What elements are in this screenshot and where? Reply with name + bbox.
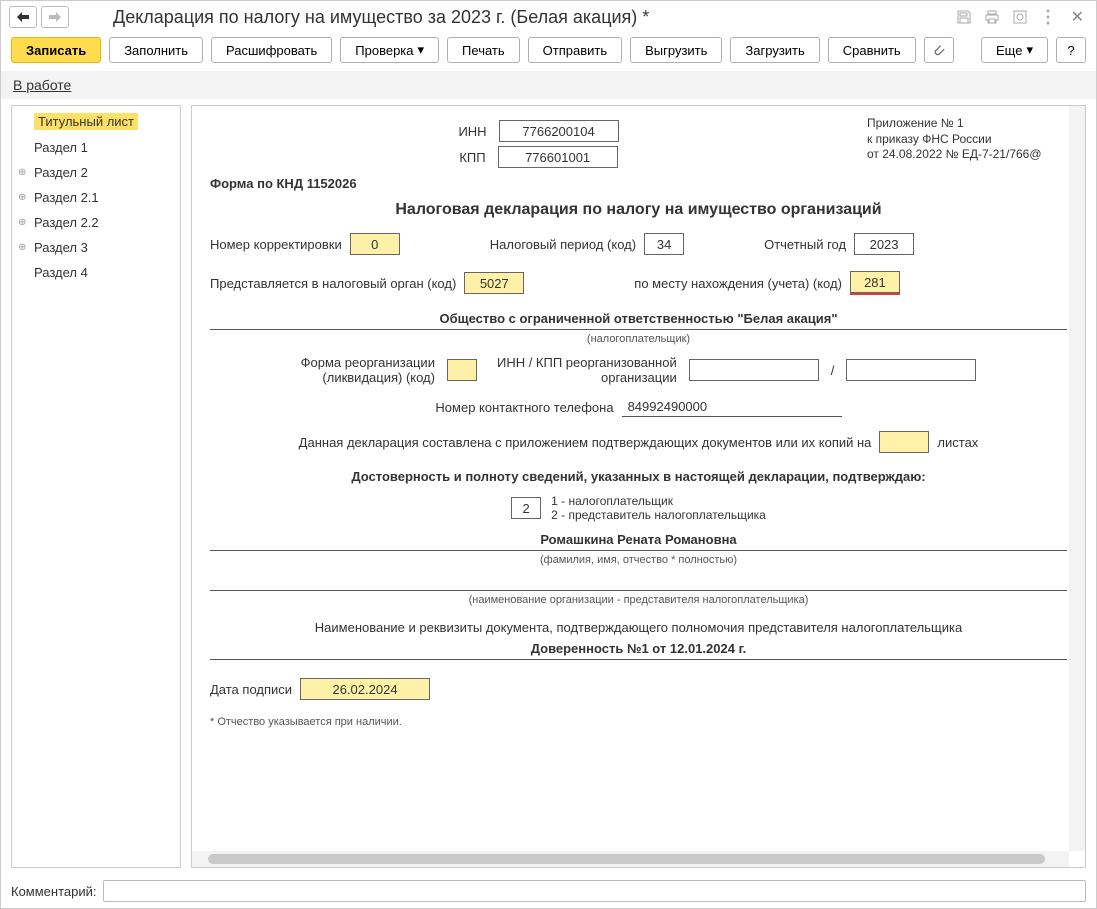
org-sub: (налогоплательщик) [210, 333, 1067, 345]
signer-code-field[interactable]: 2 [511, 497, 541, 519]
more-label: Еще [996, 43, 1022, 58]
paperclip-icon [932, 43, 946, 57]
slash: / [831, 363, 835, 378]
year-label: Отчетный год [764, 237, 846, 252]
appendix-note: Приложение № 1 к приказу ФНС России от 2… [867, 116, 1067, 172]
tree-item-title-page[interactable]: Титульный лист [12, 108, 180, 135]
tree-item-label: Раздел 3 [34, 240, 88, 255]
tree-item-label: Титульный лист [34, 113, 138, 130]
print-icon[interactable] [983, 8, 1001, 26]
arrow-left-icon [17, 12, 29, 22]
sign-date-field[interactable]: 26.02.2024 [300, 678, 430, 700]
year-field[interactable]: 2023 [854, 233, 914, 255]
tree-item-label: Раздел 4 [34, 265, 88, 280]
sign-date-label: Дата подписи [210, 682, 292, 697]
check-button[interactable]: Проверка ▾ [340, 37, 439, 63]
period-label: Налоговый период (код) [490, 237, 636, 252]
download-button[interactable]: Загрузить [730, 37, 819, 63]
correction-label: Номер корректировки [210, 237, 342, 252]
tree-item-label: Раздел 2.2 [34, 215, 99, 230]
chevron-down-icon: ▾ [418, 42, 425, 58]
reorg-kpp-field[interactable] [846, 359, 976, 381]
tree-item-section-2-1[interactable]: Раздел 2.1 [12, 185, 180, 210]
compare-button[interactable]: Сравнить [828, 37, 916, 63]
authority-field[interactable]: 5027 [464, 272, 524, 294]
correction-field[interactable]: 0 [350, 233, 400, 255]
place-field[interactable]: 281 [850, 271, 900, 293]
tree-item-section-1[interactable]: Раздел 1 [12, 135, 180, 160]
kpp-label: КПП [459, 150, 485, 165]
kebab-menu-icon[interactable] [1039, 8, 1057, 26]
comment-input[interactable] [103, 880, 1087, 902]
print-button[interactable]: Печать [447, 37, 520, 63]
more-button[interactable]: Еще ▾ [981, 37, 1048, 63]
arrow-right-icon [49, 12, 61, 22]
reorg-label-2: (ликвидация) (код) [301, 370, 435, 385]
reorg-code-field[interactable] [447, 359, 477, 381]
reorg-label-1: Форма реорганизации [301, 355, 435, 370]
signer-opt-1: 1 - налогоплательщик [551, 494, 766, 508]
reorg-inn-label-2: организации [497, 370, 677, 385]
help-button[interactable]: ? [1056, 37, 1086, 63]
nav-back-button[interactable] [9, 6, 37, 28]
reorg-inn-label-1: ИНН / КПП реорганизованной [497, 355, 677, 370]
upload-button[interactable]: Выгрузить [630, 37, 722, 63]
form-code: Форма по КНД 1152026 [210, 176, 1067, 191]
inn-label: ИНН [458, 124, 486, 139]
vertical-scrollbar[interactable] [1069, 106, 1085, 851]
place-label: по месту нахождения (учета) (код) [634, 276, 842, 291]
close-button[interactable]: ✕ [1067, 7, 1088, 27]
nav-forward-button[interactable] [41, 6, 69, 28]
confirm-heading: Достоверность и полноту сведений, указан… [210, 469, 1067, 484]
tree-item-section-3[interactable]: Раздел 3 [12, 235, 180, 260]
tree-item-label: Раздел 2 [34, 165, 88, 180]
form-area: ИНН 7766200104 КПП 776601001 Приложение … [191, 105, 1086, 868]
horizontal-scrollbar[interactable] [192, 851, 1069, 867]
preview-icon[interactable] [1011, 8, 1029, 26]
sections-tree: Титульный лист Раздел 1 Раздел 2 Раздел … [11, 105, 181, 868]
fill-button[interactable]: Заполнить [109, 37, 203, 63]
fio-sub: (фамилия, имя, отчество * полностью) [210, 554, 1067, 566]
phone-label: Номер контактного телефона [435, 400, 613, 415]
chevron-down-icon: ▾ [1026, 42, 1033, 58]
comment-label: Комментарий: [11, 884, 97, 899]
page-title: Декларация по налогу на имущество за 202… [113, 7, 951, 28]
period-field[interactable]: 34 [644, 233, 684, 255]
signer-opt-2: 2 - представитель налогоплательщика [551, 508, 766, 522]
tree-item-section-4[interactable]: Раздел 4 [12, 260, 180, 285]
send-button[interactable]: Отправить [528, 37, 622, 63]
authority-label: Представляется в налоговый орган (код) [210, 276, 456, 291]
form-heading: Налоговая декларация по налогу на имущес… [210, 201, 1067, 219]
save-icon[interactable] [955, 8, 973, 26]
org-name: Общество с ограниченной ответственностью… [210, 311, 1067, 326]
write-button[interactable]: Записать [11, 37, 101, 63]
rep-doc-heading: Наименование и реквизиты документа, подт… [210, 620, 1067, 635]
attach-label-1: Данная декларация составлена с приложени… [299, 435, 872, 450]
reorg-inn-field[interactable] [689, 359, 819, 381]
decode-button[interactable]: Расшифровать [211, 37, 332, 63]
horizontal-scrollbar-thumb[interactable] [208, 854, 1045, 864]
signer-fio: Ромашкина Рената Романовна [210, 532, 1067, 547]
attach-button[interactable] [924, 37, 954, 63]
tree-item-label: Раздел 1 [34, 140, 88, 155]
tree-item-section-2[interactable]: Раздел 2 [12, 160, 180, 185]
rep-org-sub: (наименование организации - представител… [210, 594, 1067, 606]
kpp-field[interactable]: 776601001 [498, 146, 618, 168]
tree-item-label: Раздел 2.1 [34, 190, 99, 205]
status-link[interactable]: В работе [13, 77, 71, 93]
power-of-attorney: Доверенность №1 от 12.01.2024 г. [210, 641, 1067, 656]
inn-field[interactable]: 7766200104 [499, 120, 619, 142]
tree-item-section-2-2[interactable]: Раздел 2.2 [12, 210, 180, 235]
check-label: Проверка [355, 43, 413, 58]
attach-label-2: листах [937, 435, 978, 450]
attach-pages-field[interactable] [879, 431, 929, 453]
phone-field[interactable]: 84992490000 [622, 397, 842, 417]
footnote: * Отчество указывается при наличии. [210, 716, 1067, 728]
